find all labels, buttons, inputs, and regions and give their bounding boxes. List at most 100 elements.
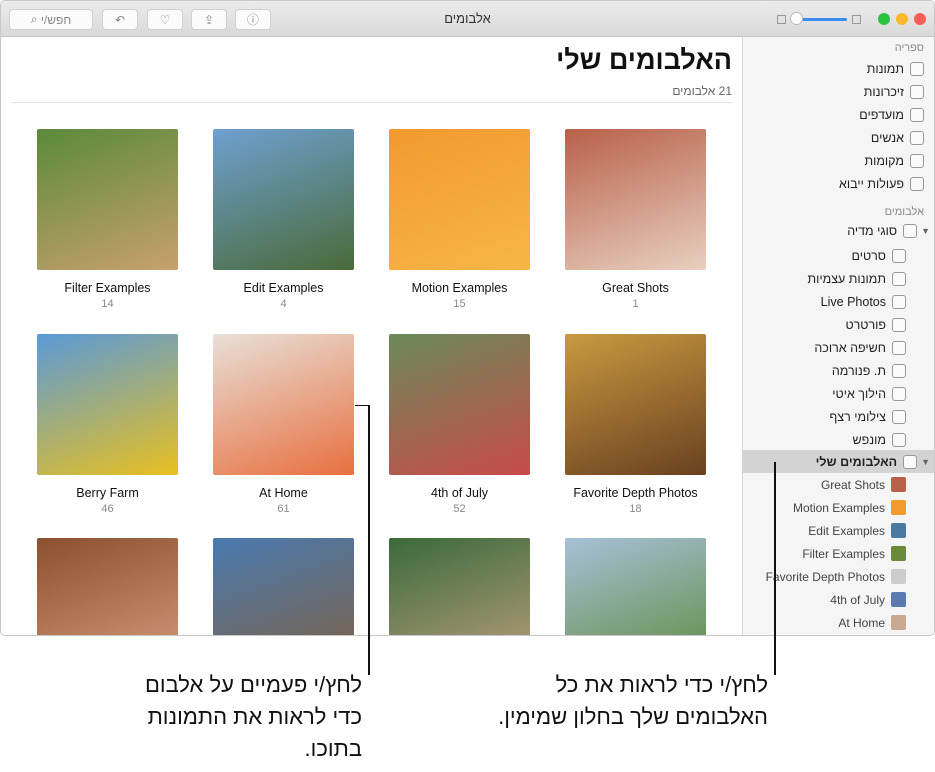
album-thumbnail[interactable] <box>213 129 354 270</box>
sidebar-item[interactable]: חשיפה ארוכה <box>743 336 934 359</box>
album-tile[interactable] <box>37 538 178 635</box>
heart-icon <box>910 107 924 122</box>
cube-icon <box>892 317 906 332</box>
minimize-button[interactable] <box>896 13 908 25</box>
album-thumbnail[interactable] <box>389 538 530 635</box>
video-icon <box>892 248 906 263</box>
panorama-icon <box>892 363 906 378</box>
sidebar-item[interactable]: תמונות עצמיות <box>743 267 934 290</box>
sidebar-item[interactable]: Edit Examples <box>743 519 934 542</box>
sidebar-item[interactable]: צילומי רצף <box>743 405 934 428</box>
title-bar: ⌕ חפש/י ↶ ♡ ⇪ ⓘ אלבומים <box>1 1 934 37</box>
album-count: 21 אלבומים <box>672 84 732 98</box>
photos-icon <box>910 61 924 76</box>
small-thumbnail-icon <box>777 15 786 24</box>
close-button[interactable] <box>914 13 926 25</box>
album-photo-count: 4 <box>280 298 287 310</box>
page-title: האלבומים שלי <box>556 45 732 75</box>
album-photo-count: 61 <box>277 503 290 515</box>
album-tile[interactable]: 4th of July 52 <box>389 334 530 515</box>
pin-icon <box>910 153 924 168</box>
album-tile[interactable] <box>213 538 354 635</box>
callout-left: לחץ/י פעמיים על אלבום כדי לראות את התמונ… <box>144 672 362 761</box>
sidebar-item[interactable]: פורטרט <box>743 313 934 336</box>
album-tile[interactable]: At Home 61 <box>213 334 354 515</box>
slow-mo-icon <box>892 386 906 401</box>
album-thumbnail-icon <box>891 523 906 538</box>
album-tile[interactable]: Favorite Depth Photos 18 <box>565 334 706 515</box>
album-thumbnail[interactable] <box>37 129 178 270</box>
long-exposure-icon <box>892 340 906 355</box>
album-photo-count: 18 <box>629 503 642 515</box>
large-thumbnail-icon <box>852 15 861 24</box>
album-tile[interactable]: Motion Examples 15 <box>389 129 530 310</box>
album-name: Edit Examples <box>243 281 324 295</box>
divider <box>11 102 732 103</box>
sidebar-item[interactable]: ת. פנורמה <box>743 359 934 382</box>
clock-icon <box>910 176 924 191</box>
sidebar-item[interactable]: Favorite Depth Photos <box>743 565 934 588</box>
album-tile[interactable]: Edit Examples 4 <box>213 129 354 310</box>
sidebar-item-my-albums[interactable]: ▼ האלבומים שלי <box>743 450 934 473</box>
album-thumbnail[interactable] <box>389 129 530 270</box>
sidebar-item[interactable]: Great Shots <box>743 473 934 496</box>
zoom-window-button[interactable] <box>878 13 890 25</box>
callout-right: לחץ/י כדי לראות את כל האלבומים שלך בחלון… <box>498 672 768 729</box>
album-thumbnail-icon <box>891 477 906 492</box>
sidebar-item[interactable]: הילוך איטי <box>743 382 934 405</box>
zoom-slider-knob[interactable] <box>790 12 803 25</box>
sidebar-item[interactable]: זיכרונות <box>743 80 934 103</box>
callout-line-right <box>774 462 776 675</box>
album-tile[interactable] <box>565 538 706 635</box>
live-photo-icon <box>892 294 906 309</box>
sidebar-item[interactable]: מונפש <box>743 428 934 451</box>
album-thumbnail[interactable] <box>565 334 706 475</box>
library-header: ספריה <box>894 42 924 54</box>
album-name: Berry Farm <box>76 486 139 500</box>
folder-icon <box>903 223 918 238</box>
sidebar-item[interactable]: Filter Examples <box>743 542 934 565</box>
sidebar-item[interactable]: מקומות <box>743 149 934 172</box>
album-thumbnail[interactable] <box>213 334 354 475</box>
memories-icon <box>910 84 924 99</box>
album-thumbnail-icon <box>891 500 906 515</box>
sidebar-item[interactable]: Live Photos <box>743 290 934 313</box>
sidebar-item[interactable]: אנשים <box>743 126 934 149</box>
album-photo-count: 1 <box>632 298 639 310</box>
album-thumbnail[interactable] <box>389 334 530 475</box>
sidebar-item-media-types[interactable]: ▼ סוגי מדיה <box>743 219 934 242</box>
callout-line-left <box>368 405 370 675</box>
album-name: Favorite Depth Photos <box>573 486 698 500</box>
burst-icon <box>892 409 906 424</box>
sidebar-item[interactable]: תמונות <box>743 57 934 80</box>
album-photo-count: 14 <box>101 298 114 310</box>
album-thumbnail-icon <box>891 615 906 630</box>
album-thumbnail[interactable] <box>213 538 354 635</box>
album-thumbnail[interactable] <box>37 334 178 475</box>
albums-header: אלבומים <box>884 206 924 218</box>
sidebar-item[interactable]: מועדפים <box>743 103 934 126</box>
album-name: 4th of July <box>431 486 488 500</box>
album-name: Filter Examples <box>64 281 151 295</box>
sidebar-item[interactable]: סרטים <box>743 244 934 267</box>
album-tile[interactable]: Berry Farm 46 <box>37 334 178 515</box>
selfie-icon <box>892 271 906 286</box>
sidebar-item[interactable]: פעולות ייבוא <box>743 172 934 195</box>
disclosure-triangle-icon[interactable]: ▼ <box>921 457 930 467</box>
photos-window: ⌕ חפש/י ↶ ♡ ⇪ ⓘ אלבומים האלבומים שלי 21 … <box>0 0 935 636</box>
album-tile[interactable]: Great Shots 1 <box>565 129 706 310</box>
sidebar-item[interactable]: At Home <box>743 611 934 634</box>
album-thumbnail[interactable] <box>565 538 706 635</box>
album-name: At Home <box>259 486 308 500</box>
album-tile[interactable] <box>389 538 530 635</box>
sidebar: ספריה תמונות זיכרונות מועדפים אנשים מקומות פע… <box>742 37 934 635</box>
sidebar-item[interactable]: 4th of July <box>743 588 934 611</box>
album-tile[interactable]: Filter Examples 14 <box>37 129 178 310</box>
disclosure-triangle-icon[interactable]: ▼ <box>921 226 930 236</box>
album-thumbnail-icon <box>891 546 906 561</box>
sidebar-item[interactable]: Motion Examples <box>743 496 934 519</box>
album-thumbnail[interactable] <box>37 538 178 635</box>
callout-tick-left <box>355 405 369 406</box>
album-grid-area: האלבומים שלי 21 אלבומים Great Shots 1 Moti… <box>1 37 742 635</box>
album-thumbnail[interactable] <box>565 129 706 270</box>
